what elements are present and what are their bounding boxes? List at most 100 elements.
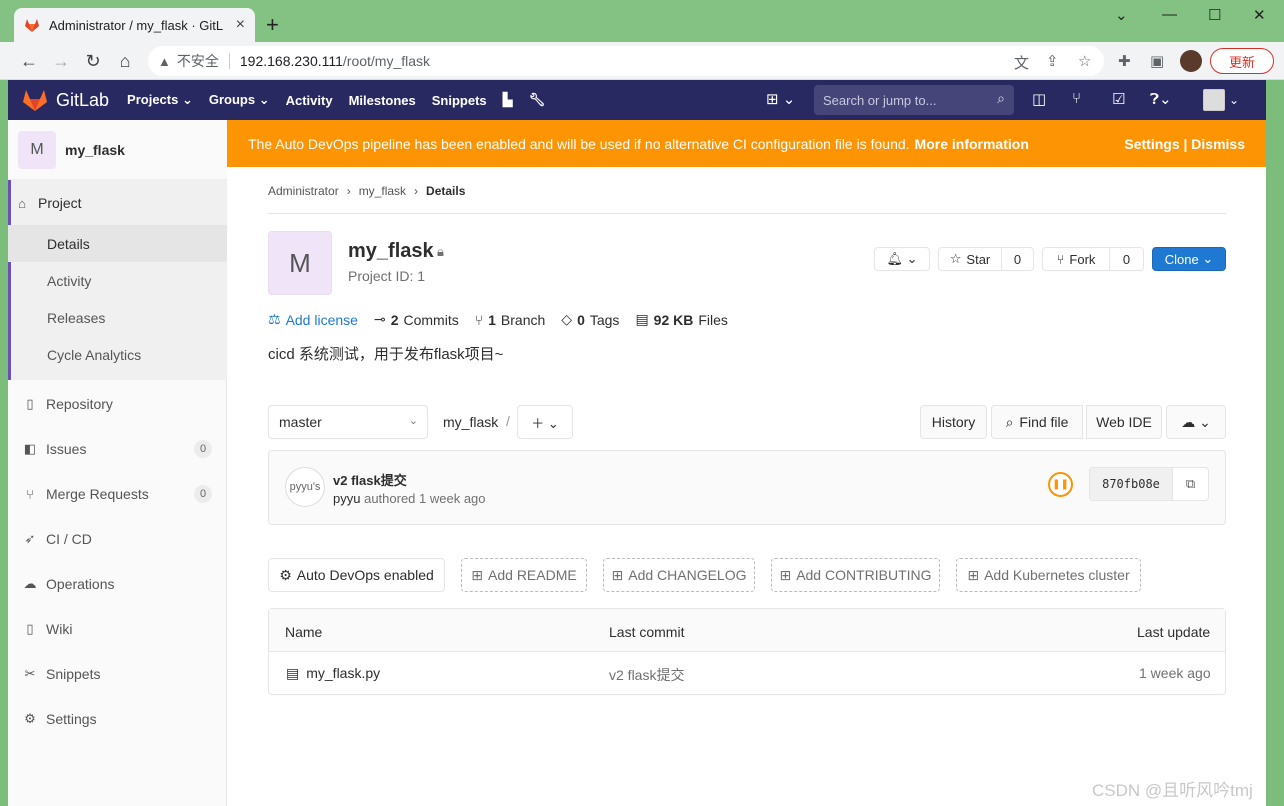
user-avatar[interactable] <box>1203 89 1225 111</box>
help-icon[interactable]: ❓︎⌄ <box>1150 90 1172 108</box>
web-ide-button[interactable]: Web IDE <box>1086 405 1162 439</box>
tags-link[interactable]: ◇ 0 Tags <box>561 311 619 328</box>
file-last-commit[interactable]: v2 flask提交 <box>609 665 684 685</box>
path-separator: / <box>506 413 510 429</box>
maximize-icon[interactable]: ☐ <box>1208 6 1221 24</box>
gitlab-logo[interactable]: GitLab <box>22 88 109 112</box>
nav-activity[interactable]: Activity <box>286 93 333 108</box>
issues-icon: ◧ <box>23 441 37 456</box>
sidebar-item-label: Project <box>38 195 82 211</box>
file-icon: ▤ <box>286 665 300 681</box>
plus-square-icon: ⊞ <box>471 566 484 583</box>
sidebar-item-details[interactable]: Details <box>47 236 90 252</box>
sidebar-item-label: Merge Requests <box>46 486 149 502</box>
issues-nav-icon[interactable]: ◫ <box>1032 90 1046 108</box>
bookmark-star-icon[interactable]: ☆ <box>1078 52 1091 70</box>
sidebar-project-header[interactable]: M my_flask <box>8 120 227 180</box>
fork-count[interactable]: 0 <box>1110 247 1144 271</box>
share-icon[interactable]: ⇪ <box>1046 52 1059 70</box>
tab-search-icon[interactable]: ⌄ <box>1115 6 1128 24</box>
find-file-button[interactable]: ⌕ Find file <box>991 405 1083 439</box>
sidebar-item-activity[interactable]: Activity <box>47 273 91 289</box>
back-icon[interactable]: ← <box>18 50 40 72</box>
commits-link[interactable]: ⊸ 2 Commits <box>374 311 459 328</box>
history-button[interactable]: History <box>920 405 987 439</box>
search-input[interactable]: Search or jump to... ⌕ <box>814 85 1014 115</box>
chevron-down-icon[interactable]: ⌄ <box>1229 93 1239 107</box>
merge-requests-nav-icon[interactable]: ⑂ <box>1072 90 1081 107</box>
sidebar-item-releases[interactable]: Releases <box>47 310 105 326</box>
sidebar-item-snippets[interactable]: ✂ Snippets <box>22 666 101 682</box>
column-name-header: Name <box>285 624 323 640</box>
banner-more-info-link[interactable]: More information <box>915 136 1029 152</box>
nav-groups[interactable]: Groups ⌄ <box>209 92 270 108</box>
forward-icon[interactable]: → <box>50 50 72 72</box>
pipeline-paused-icon[interactable]: ❚❚ <box>1048 472 1073 497</box>
sidebar-item-merge-requests[interactable]: ⑂ Merge Requests <box>22 486 149 502</box>
sidebar-item-cycle-analytics[interactable]: Cycle Analytics <box>47 347 141 363</box>
sidebar-item-label: Wiki <box>46 621 73 637</box>
branch-name: master <box>279 414 322 430</box>
breadcrumb-administrator[interactable]: Administrator <box>268 184 339 198</box>
download-dropdown[interactable]: ☁ ⌄ <box>1166 405 1226 439</box>
sidebar-item-issues[interactable]: ◧ Issues <box>22 441 87 457</box>
update-button[interactable]: 更新 <box>1210 48 1274 74</box>
translate-icon[interactable]: 文 <box>1014 52 1029 73</box>
sidebar-project-name: my_flask <box>65 141 125 158</box>
reload-icon[interactable]: ↻ <box>82 50 104 72</box>
star-button[interactable]: ☆ Star <box>938 247 1002 271</box>
clone-dropdown-button[interactable]: Clone ⌄ <box>1152 247 1226 271</box>
file-name[interactable]: my_flask.py <box>306 665 380 682</box>
breadcrumb-project[interactable]: my_flask <box>359 184 406 198</box>
commit-author[interactable]: pyyu <box>333 491 360 506</box>
notification-dropdown[interactable]: 🔔︎ ⌄ <box>874 247 930 271</box>
files-link[interactable]: ▤ 92 KB Files <box>635 311 727 328</box>
profile-avatar[interactable] <box>1180 50 1202 72</box>
nav-milestones[interactable]: Milestones <box>349 93 416 108</box>
commit-author-avatar[interactable]: pyyu's <box>285 467 325 507</box>
new-plus-icon[interactable]: ⊞ ⌄ <box>766 90 795 108</box>
sidebar-item-ci-cd[interactable]: ➶ CI / CD <box>22 531 92 547</box>
extensions-icon[interactable]: ✚ <box>1118 52 1131 70</box>
auto-devops-button[interactable]: ⚙ Auto DevOps enabled <box>268 558 445 592</box>
sidebar-item-repository[interactable]: ▯ Repository <box>22 396 113 412</box>
gitlab-favicon-icon <box>25 19 39 32</box>
add-contributing-button[interactable]: ⊞ Add CONTRIBUTING <box>771 558 940 592</box>
sidepanel-icon[interactable]: ▣ <box>1150 52 1164 70</box>
fork-button[interactable]: ⑂ Fork <box>1042 247 1110 271</box>
nav-snippets[interactable]: Snippets <box>432 93 487 108</box>
admin-chart-icon[interactable]: ▙ <box>503 92 513 108</box>
branch-selector[interactable]: master ⌄ <box>268 405 428 439</box>
tab-close-icon[interactable]: × <box>236 16 245 34</box>
branches-link[interactable]: ⑂ 1 Branch <box>475 312 546 328</box>
add-kubernetes-button[interactable]: ⊞ Add Kubernetes cluster <box>956 558 1141 592</box>
table-row[interactable]: ▤ my_flask.py <box>286 665 380 682</box>
address-divider <box>228 53 230 69</box>
sidebar-item-operations[interactable]: ☁ Operations <box>22 576 115 592</box>
repo-path[interactable]: my_flask <box>443 414 498 430</box>
address-bar[interactable]: ▲ 不安全 192.168.230.111 /root/my_flask <box>148 46 1104 76</box>
browser-tab[interactable]: Administrator / my_flask · GitL × <box>14 8 255 42</box>
add-license-link[interactable]: ⚖ Add license <box>268 311 358 328</box>
minimize-icon[interactable]: — <box>1162 6 1177 23</box>
close-window-icon[interactable]: ✕ <box>1253 6 1266 24</box>
new-tab-button[interactable]: + <box>266 12 279 38</box>
breadcrumb-current[interactable]: Details <box>426 184 465 198</box>
add-readme-button[interactable]: ⊞ Add README <box>461 558 587 592</box>
star-count[interactable]: 0 <box>1002 247 1034 271</box>
sidebar-item-label: Repository <box>46 396 113 412</box>
sidebar-item-settings[interactable]: ⚙ Settings <box>22 711 96 727</box>
banner-settings-dismiss[interactable]: Settings | Dismiss <box>1124 136 1245 152</box>
commit-title[interactable]: v2 flask提交 <box>333 470 407 489</box>
add-contributing-label: Add CONTRIBUTING <box>796 567 932 583</box>
copy-sha-icon[interactable]: ⧉ <box>1172 467 1209 501</box>
commit-sha[interactable]: 870fb08e <box>1089 467 1173 501</box>
home-icon[interactable]: ⌂ <box>114 50 136 72</box>
add-changelog-button[interactable]: ⊞ Add CHANGELOG <box>603 558 755 592</box>
nav-projects[interactable]: Projects ⌄ <box>127 92 193 108</box>
wrench-icon[interactable]: 🔧︎ <box>529 92 546 108</box>
sidebar-item-wiki[interactable]: ▯ Wiki <box>22 621 72 637</box>
todos-nav-icon[interactable]: ☑ <box>1112 90 1125 108</box>
sidebar-item-project[interactable]: ⌂ Project <box>12 195 82 211</box>
add-file-dropdown[interactable]: ＋ ⌄ <box>517 405 573 439</box>
